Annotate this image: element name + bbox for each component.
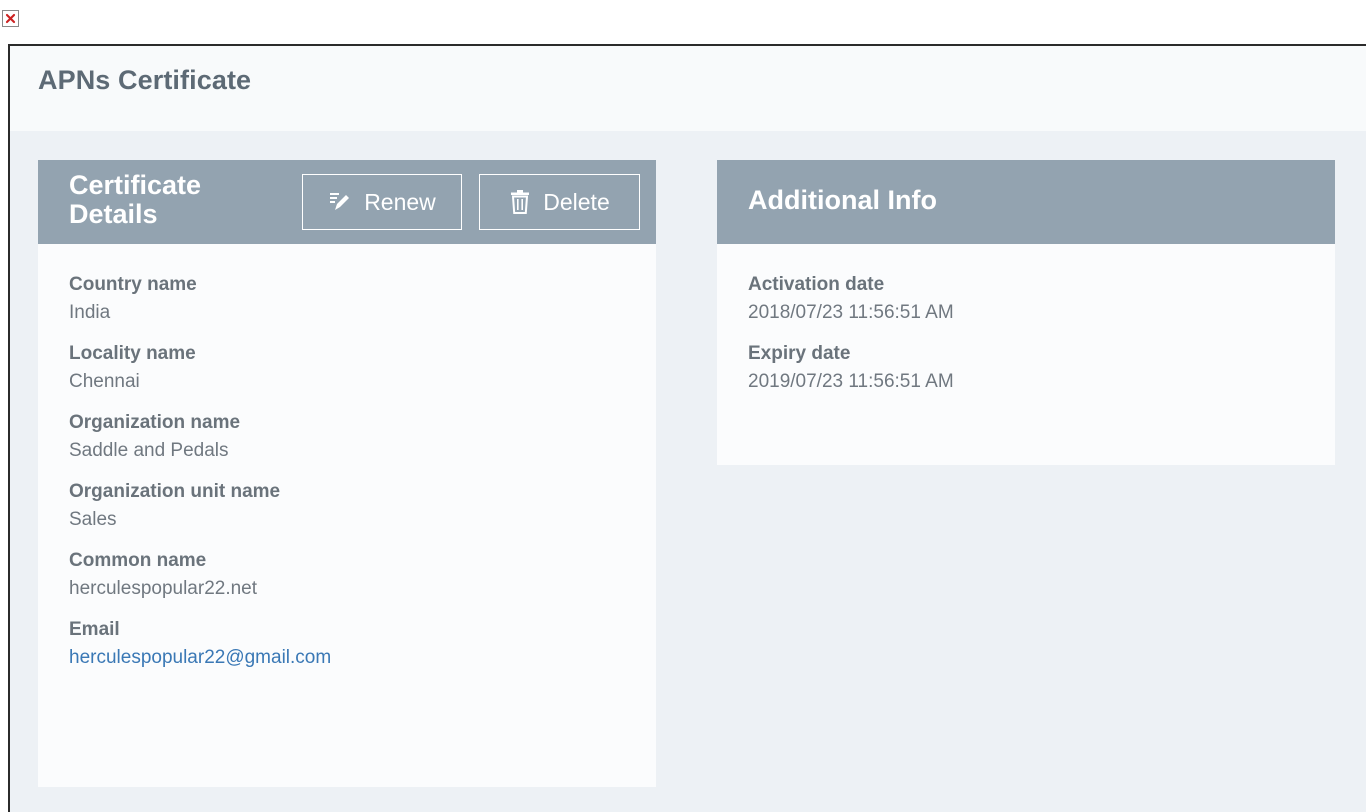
additional-info-fields: Activation date 2018/07/23 11:56:51 AM E… (748, 274, 1315, 412)
field-activation-date: Activation date 2018/07/23 11:56:51 AM (748, 274, 1315, 325)
delete-label: Delete (543, 188, 610, 215)
trash-icon (509, 189, 531, 215)
field-value: 2018/07/23 11:56:51 AM (748, 302, 954, 323)
delete-button[interactable]: Delete (479, 174, 640, 230)
field-common-name: Common name herculespopular22.net (69, 550, 636, 601)
certificate-details-fields: Country name India Locality name Chennai… (69, 274, 636, 688)
field-email: Email herculespopular22@gmail.com (69, 619, 636, 670)
additional-info-header: Additional Info (717, 160, 1335, 244)
field-expiry-date: Expiry date 2019/07/23 11:56:51 AM (748, 343, 1315, 394)
field-value: herculespopular22.net (69, 578, 258, 599)
field-organization-name: Organization name Saddle and Pedals (69, 412, 636, 463)
additional-info-title: Additional Info (748, 185, 937, 215)
field-value: Sales (69, 509, 117, 530)
field-label: Country name (69, 274, 197, 295)
certificate-details-title: Certificate Details (69, 170, 202, 229)
additional-info-card: Additional Info Activation date 2018/07/… (717, 160, 1335, 465)
field-label: Activation date (748, 274, 885, 295)
apns-certificate-dialog: APNs Certificate Certificate Details Ren… (8, 44, 1366, 812)
field-country-name: Country name India (69, 274, 636, 325)
field-label: Expiry date (748, 343, 851, 364)
page-title: APNs Certificate (38, 65, 252, 95)
edit-pencil-icon (328, 190, 352, 214)
field-value: 2019/07/23 11:56:51 AM (748, 371, 954, 392)
field-value: India (69, 302, 111, 323)
field-locality-name: Locality name Chennai (69, 343, 636, 394)
field-value: Chennai (69, 371, 140, 392)
field-label: Locality name (69, 343, 196, 364)
dialog-header: APNs Certificate (10, 46, 1366, 131)
renew-button[interactable]: Renew (302, 174, 462, 230)
field-organization-unit-name: Organization unit name Sales (69, 481, 636, 532)
field-label: Email (69, 619, 120, 640)
certificate-details-header: Certificate Details Renew Delete (38, 160, 656, 244)
field-label: Common name (69, 550, 207, 571)
close-icon[interactable] (2, 10, 19, 27)
field-label: Organization unit name (69, 481, 281, 502)
certificate-details-card: Certificate Details Renew Delete Country… (38, 160, 656, 787)
renew-label: Renew (364, 188, 436, 215)
email-link[interactable]: herculespopular22@gmail.com (69, 646, 636, 670)
field-label: Organization name (69, 412, 241, 433)
field-value: Saddle and Pedals (69, 440, 229, 461)
